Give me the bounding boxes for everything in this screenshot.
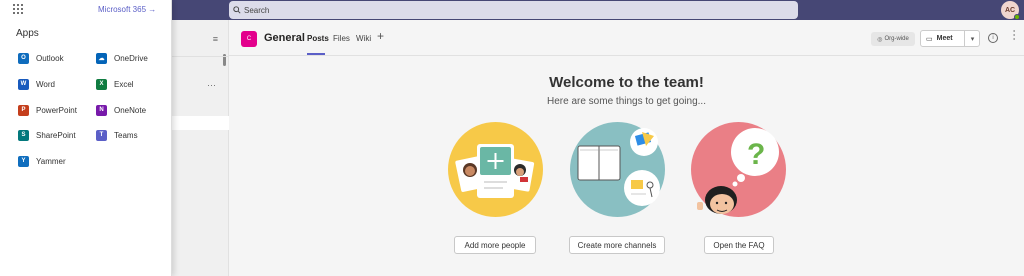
app-label: OneNote xyxy=(114,105,147,115)
app-item-teams[interactable]: T Teams xyxy=(96,128,138,142)
avatar-initials: AC xyxy=(1004,6,1016,14)
app-item-outlook[interactable]: O Outlook xyxy=(18,51,64,65)
app-item-onedrive[interactable]: ☁ OneDrive xyxy=(96,51,148,65)
org-wide-badge: ◎ Org-wide xyxy=(871,32,915,46)
team-avatar: C xyxy=(241,31,257,47)
create-more-channels-button[interactable]: Create more channels xyxy=(569,236,665,254)
tab-wiki[interactable]: Wiki xyxy=(356,34,371,43)
more-options-icon[interactable]: ··· xyxy=(207,80,216,90)
app-label: Excel xyxy=(114,79,134,89)
onenote-icon: N xyxy=(96,104,107,116)
info-icon[interactable]: i xyxy=(988,33,998,43)
faq-illustration: ? xyxy=(691,122,786,217)
main-content: C General Posts Files Wiki + ◎ Org-wide … xyxy=(229,20,1024,276)
add-people-illustration xyxy=(448,122,543,217)
microsoft-365-label: Microsoft 365 xyxy=(98,5,147,14)
app-item-excel[interactable]: X Excel xyxy=(96,77,134,91)
user-avatar[interactable]: AC xyxy=(1001,1,1020,20)
app-label: Outlook xyxy=(36,53,64,63)
arrow-right-icon: → xyxy=(148,5,157,14)
apps-flyout: Microsoft 365 → Apps O Outlook ☁ OneDriv… xyxy=(0,0,172,276)
microsoft-365-link[interactable]: Microsoft 365 → xyxy=(98,5,156,14)
app-item-sharepoint[interactable]: S SharePoint xyxy=(18,128,76,142)
app-label: SharePoint xyxy=(36,130,76,140)
welcome-subtitle: Here are some things to get going... xyxy=(547,96,706,107)
active-tab-indicator xyxy=(307,53,325,55)
app-item-yammer[interactable]: Y Yammer xyxy=(18,154,66,168)
search-placeholder: Search xyxy=(244,5,270,15)
channel-title: General xyxy=(264,32,305,44)
app-label: Teams xyxy=(114,130,138,140)
tab-files[interactable]: Files xyxy=(333,34,350,43)
channel-list-panel: ≡ ··· xyxy=(172,20,229,276)
search-icon xyxy=(233,6,241,14)
apps-heading: Apps xyxy=(16,28,39,39)
app-launcher-icon[interactable] xyxy=(13,4,23,14)
welcome-title: Welcome to the team! xyxy=(549,74,704,91)
meet-button[interactable]: ▭ Meet ▾ xyxy=(920,30,980,47)
add-more-people-button[interactable]: Add more people xyxy=(454,236,536,254)
svg-text:?: ? xyxy=(747,138,765,171)
outlook-icon: O xyxy=(18,52,29,64)
meet-label: Meet xyxy=(936,35,953,42)
word-icon: W xyxy=(18,78,29,90)
app-item-powerpoint[interactable]: P PowerPoint xyxy=(18,103,77,117)
yammer-icon: Y xyxy=(18,155,29,167)
powerpoint-icon: P xyxy=(18,104,29,116)
excel-icon: X xyxy=(96,78,107,90)
app-label: Word xyxy=(36,79,55,89)
divider xyxy=(172,56,229,57)
org-wide-label: Org-wide xyxy=(884,36,909,42)
filter-icon[interactable]: ≡ xyxy=(213,34,218,44)
sharepoint-icon: S xyxy=(18,129,29,141)
teams-icon: T xyxy=(96,129,107,141)
add-tab-icon[interactable]: + xyxy=(377,29,384,43)
channel-header: C General Posts Files Wiki + ◎ Org-wide … xyxy=(229,20,1024,56)
more-options-icon[interactable]: ··· xyxy=(1008,29,1022,41)
tab-posts[interactable]: Posts xyxy=(307,34,329,43)
open-faq-button[interactable]: Open the FAQ xyxy=(704,236,774,254)
app-item-onenote[interactable]: N OneNote xyxy=(96,103,146,117)
app-item-word[interactable]: W Word xyxy=(18,77,55,91)
app-label: PowerPoint xyxy=(36,105,77,115)
video-camera-icon: ▭ xyxy=(926,35,933,43)
app-label: OneDrive xyxy=(114,53,148,63)
onedrive-icon: ☁ xyxy=(96,52,107,64)
create-channels-illustration xyxy=(570,122,665,217)
eye-icon: ◎ xyxy=(877,36,883,43)
chevron-down-icon[interactable]: ▾ xyxy=(964,31,980,46)
selected-channel-row[interactable] xyxy=(172,116,229,130)
search-box[interactable]: Search xyxy=(229,1,798,19)
app-label: Yammer xyxy=(36,156,66,166)
